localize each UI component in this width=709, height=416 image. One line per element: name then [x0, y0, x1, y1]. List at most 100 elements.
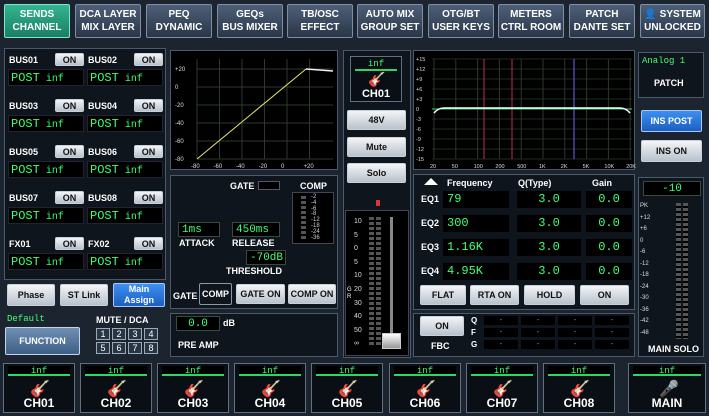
dca-button-4[interactable]: 4 — [144, 328, 158, 340]
bus-send-level[interactable]: POST inf — [87, 161, 163, 178]
dca-button-3[interactable]: 3 — [128, 328, 142, 340]
gate-on-button[interactable]: GATE ON — [236, 284, 285, 304]
dca-button-6[interactable]: 6 — [112, 342, 126, 354]
mute-button[interactable]: Mute — [347, 137, 406, 157]
bus-send-level[interactable]: POST inf — [8, 115, 84, 132]
preamp-value[interactable]: 0.0 — [176, 316, 220, 331]
dca-button-1[interactable]: 1 — [96, 328, 110, 340]
tab-line-2: DANTE SET — [573, 22, 631, 33]
channel-tile-ch08[interactable]: inf 🎸 CH08 — [543, 363, 615, 413]
threshold-value[interactable]: -70dB — [246, 250, 286, 265]
main-meter-tick: -18 — [640, 272, 649, 278]
dca-button-8[interactable]: 8 — [144, 342, 158, 354]
release-value[interactable]: 450ms — [232, 222, 280, 237]
eq-q-value[interactable]: 3.0 — [517, 263, 581, 280]
channel-tile-main[interactable]: inf 🎤 MAIN — [628, 363, 706, 413]
fbc-cell[interactable]: - — [558, 340, 592, 349]
main-level-value[interactable]: -10 — [643, 181, 701, 196]
fader-knob[interactable] — [382, 333, 401, 349]
eq-frequency-value[interactable]: 300 — [443, 215, 509, 232]
tab-patch[interactable]: PATCH DANTE SET — [569, 4, 635, 38]
bus-on-button[interactable]: ON — [134, 145, 163, 158]
fbc-cell[interactable]: - — [484, 328, 518, 337]
tab-meters[interactable]: METERS CTRL ROOM — [498, 4, 564, 38]
bus-send-level[interactable]: POST inf — [8, 69, 84, 86]
function-button[interactable]: FUNCTION — [5, 327, 80, 355]
attack-value[interactable]: 1ms — [178, 222, 220, 237]
tab-system[interactable]: 👤 SYSTEM UNLOCKED — [640, 4, 705, 38]
flat-button[interactable]: FLAT — [420, 285, 466, 305]
comp-select-button[interactable]: COMP — [199, 283, 232, 305]
bus-on-button[interactable]: ON — [134, 191, 163, 204]
eq-gain-value[interactable]: 0.0 — [586, 263, 632, 280]
ins-post-button[interactable]: INS POST — [641, 110, 702, 132]
hold-button[interactable]: HOLD — [524, 285, 575, 305]
tab-otg-bt[interactable]: OTG/BT USER KEYS — [428, 4, 494, 38]
dca-button-2[interactable]: 2 — [112, 328, 126, 340]
fbc-cell[interactable]: - — [595, 316, 629, 325]
home-icon[interactable] — [424, 178, 438, 185]
bus-send-level[interactable]: POST inf — [87, 69, 163, 86]
fader-scale-tick: 10 — [354, 272, 362, 280]
eq-frequency-value[interactable]: 1.16K — [443, 239, 509, 256]
tab-geqs[interactable]: GEQs BUS MIXER — [217, 4, 283, 38]
bus-on-button[interactable]: ON — [134, 237, 163, 250]
fbc-cell[interactable]: - — [595, 340, 629, 349]
channel-tile-ch07[interactable]: inf 🎸 CH07 — [466, 363, 538, 413]
eq-gain-value[interactable]: 0.0 — [586, 239, 632, 256]
dca-button-5[interactable]: 5 — [96, 342, 110, 354]
bus-send-level[interactable]: POST inf — [8, 161, 84, 178]
eq-band-row: EQ4 4.95K 3.0 0.0 — [418, 263, 633, 281]
bus-send-level[interactable]: POST inf — [87, 115, 163, 132]
phase-button[interactable]: Phase — [7, 284, 55, 306]
channel-tile-ch02[interactable]: inf 🎸 CH02 — [80, 363, 152, 413]
eq-on-button[interactable]: ON — [580, 285, 629, 305]
tab-peq[interactable]: PEQ DYNAMIC — [146, 4, 212, 38]
bus-on-button[interactable]: ON — [55, 191, 84, 204]
channel-tile-ch04[interactable]: inf 🎸 CH04 — [234, 363, 306, 413]
fbc-cell[interactable]: - — [521, 316, 555, 325]
channel-tile-ch01[interactable]: inf 🎸 CH01 — [3, 363, 75, 413]
fbc-cell[interactable]: - — [595, 328, 629, 337]
bus-on-button[interactable]: ON — [55, 145, 84, 158]
eq-frequency-value[interactable]: 4.95K — [443, 263, 509, 280]
eq-q-value[interactable]: 3.0 — [517, 239, 581, 256]
fbc-cell[interactable]: - — [521, 340, 555, 349]
fbc-cell[interactable]: - — [484, 340, 518, 349]
tab-sends[interactable]: SENDS CHANNEL — [4, 4, 70, 38]
main-assign-button[interactable]: Main Assign — [113, 283, 165, 307]
fbc-cell[interactable]: - — [521, 328, 555, 337]
st-link-button[interactable]: ST Link — [60, 284, 108, 306]
solo-button[interactable]: Solo — [347, 163, 406, 183]
tab-tb-osc[interactable]: TB/OSC EFFECT — [287, 4, 353, 38]
fbc-cell[interactable]: - — [558, 328, 592, 337]
fbc-cell[interactable]: - — [484, 316, 518, 325]
tab-auto-mix[interactable]: AUTO MIX GROUP SET — [357, 4, 423, 38]
bus-on-button[interactable]: ON — [55, 53, 84, 66]
ins-on-button[interactable]: INS ON — [641, 140, 702, 162]
bus-send-level[interactable]: POST inf — [87, 207, 163, 224]
tab-dca-layer[interactable]: DCA LAYER MIX LAYER — [75, 4, 141, 38]
eq-frequency-value[interactable]: 79 — [443, 191, 509, 208]
bus-on-button[interactable]: ON — [134, 53, 163, 66]
fbc-cell[interactable]: - — [558, 316, 592, 325]
bus-send-level[interactable]: POST inf — [87, 253, 163, 270]
eq-q-value[interactable]: 3.0 — [517, 191, 581, 208]
bus-on-button[interactable]: ON — [55, 99, 84, 112]
channel-tile-ch06[interactable]: inf 🎸 CH06 — [389, 363, 461, 413]
comp-on-button[interactable]: COMP ON — [288, 284, 336, 304]
eq-gain-value[interactable]: 0.0 — [586, 215, 632, 232]
channel-tile-ch05[interactable]: inf 🎸 CH05 — [311, 363, 383, 413]
bus-on-button[interactable]: ON — [55, 237, 84, 250]
bus-on-button[interactable]: ON — [134, 99, 163, 112]
eq-q-value[interactable]: 3.0 — [517, 215, 581, 232]
eq-gain-value[interactable]: 0.0 — [586, 191, 632, 208]
rta-on-button[interactable]: RTA ON — [470, 285, 519, 305]
channel-tile-ch03[interactable]: inf 🎸 CH03 — [157, 363, 229, 413]
bus-name: FX02 — [88, 239, 110, 249]
bus-send-level[interactable]: POST inf — [8, 253, 84, 270]
bus-send-level[interactable]: POST inf — [8, 207, 84, 224]
fbc-on-button[interactable]: ON — [420, 316, 464, 336]
phantom-48v-button[interactable]: 48V — [347, 110, 406, 130]
dca-button-7[interactable]: 7 — [128, 342, 142, 354]
